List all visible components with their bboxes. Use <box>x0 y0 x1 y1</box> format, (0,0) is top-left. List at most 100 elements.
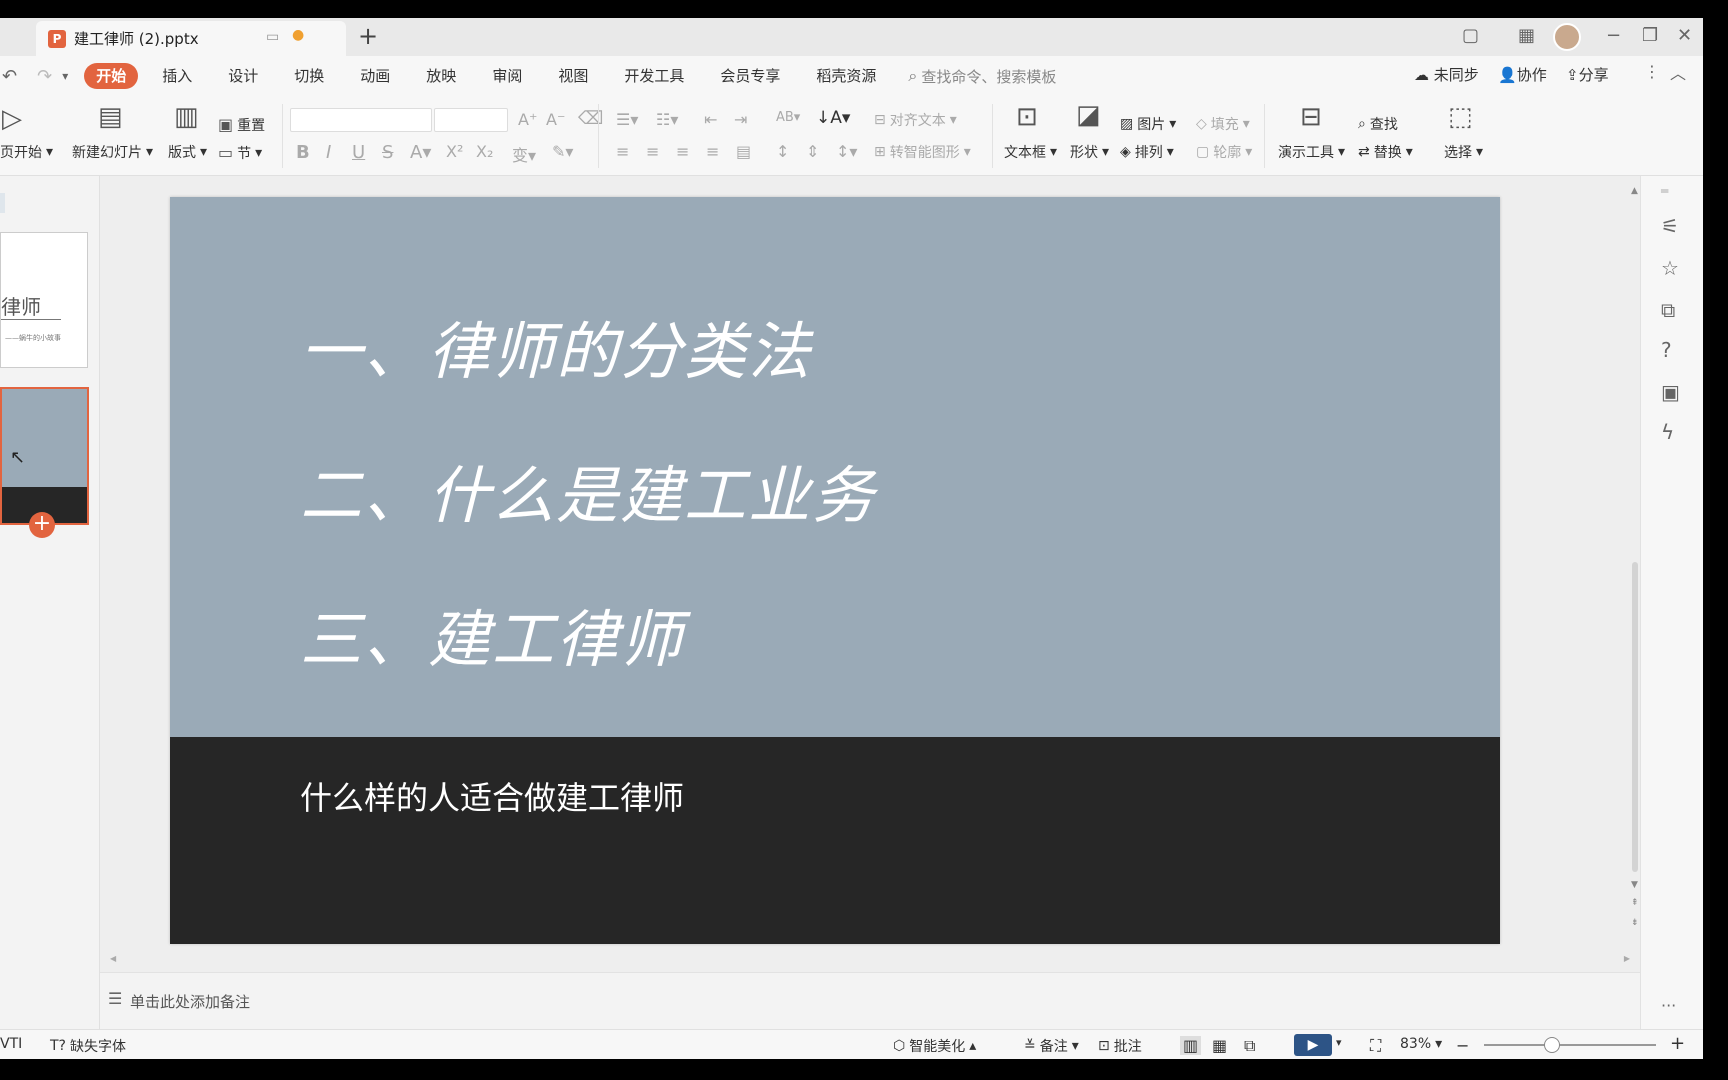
window-layout-icon[interactable]: ▢ <box>1462 26 1479 46</box>
shape-icon[interactable]: ◪ <box>1076 102 1101 128</box>
align-text-button[interactable]: ⊟ 对齐文本 ▾ <box>874 110 957 130</box>
font-size-select[interactable] <box>434 108 508 132</box>
sync-status[interactable]: ☁ 未同步 <box>1414 64 1479 85</box>
zoom-out-icon[interactable]: − <box>1456 1036 1469 1055</box>
clear-format-icon[interactable]: ⌫ <box>578 108 603 129</box>
zoom-slider-track[interactable] <box>1484 1044 1656 1046</box>
play-options-dropdown-icon[interactable]: ▾ <box>1336 1036 1342 1049</box>
restore-icon[interactable]: ❐ <box>1642 26 1658 46</box>
scroll-up-icon[interactable]: ▲ <box>1631 186 1638 196</box>
zoom-level[interactable]: 83% ▾ <box>1400 1036 1442 1052</box>
font-color-icon[interactable]: A▾ <box>410 142 431 163</box>
shape-button[interactable]: 形状 ▾ <box>1070 142 1109 162</box>
zoom-in-icon[interactable]: + <box>1670 1033 1685 1054</box>
collapse-ribbon-icon[interactable]: ︿ <box>1670 60 1686 84</box>
arrange-button[interactable]: ◈ 排列 ▾ <box>1120 142 1174 162</box>
more-icon[interactable]: ⋮ <box>1644 62 1660 81</box>
italic-icon[interactable]: I <box>326 142 331 163</box>
subscript-icon[interactable]: X₂ <box>476 142 493 161</box>
menu-member[interactable]: 会员专享 <box>706 63 794 89</box>
vertical-scrollbar[interactable]: ▲ ▼ ⇞ ⇟ <box>1630 186 1640 946</box>
distribute-icon[interactable]: ▤ <box>736 142 751 161</box>
textbox-icon[interactable]: ⊡ <box>1016 104 1038 130</box>
new-tab-button[interactable]: + <box>358 22 378 50</box>
reading-view-icon[interactable]: ⧉ <box>1244 1036 1255 1056</box>
text-direction-icon[interactable]: AB▾ <box>776 110 800 125</box>
undo-icon[interactable]: ↶ <box>2 66 17 87</box>
smart-shape-button[interactable]: ⊞ 转智能图形 ▾ <box>874 142 971 162</box>
properties-icon[interactable]: ⚟ <box>1661 214 1679 238</box>
menu-insert[interactable]: 插入 <box>148 63 206 89</box>
prev-slide-icon[interactable]: ⇞ <box>1631 898 1639 908</box>
redo-icon[interactable]: ↷ <box>37 66 52 87</box>
user-avatar[interactable] <box>1553 23 1581 51</box>
font-name-select[interactable] <box>290 108 432 132</box>
select-button[interactable]: 选择 ▾ <box>1444 142 1483 162</box>
more-options-icon[interactable]: ··· <box>1661 996 1676 1015</box>
fill-button[interactable]: ◇ 填充 ▾ <box>1196 114 1250 134</box>
agenda-item-1[interactable]: 一、律师的分类法 <box>300 301 812 391</box>
outline-button[interactable]: ▢ 轮廓 ▾ <box>1196 142 1252 162</box>
scroll-left-icon[interactable]: ◀ <box>110 954 116 963</box>
present-tools-button[interactable]: 演示工具 ▾ <box>1278 142 1345 162</box>
decrease-indent-icon[interactable]: ⇤ <box>704 110 717 129</box>
para-spacing-icon[interactable]: ⇕ <box>806 142 819 161</box>
minimize-icon[interactable]: − <box>1606 26 1621 46</box>
new-slide-button[interactable]: 新建幻灯片 ▾ <box>72 142 153 162</box>
layout-icon[interactable]: ▥ <box>174 104 199 130</box>
present-tools-icon[interactable]: ⊟ <box>1300 104 1322 130</box>
zoom-slider-thumb[interactable] <box>1544 1037 1560 1053</box>
scroll-right-icon[interactable]: ▶ <box>1624 954 1630 963</box>
menu-review[interactable]: 审阅 <box>478 63 536 89</box>
textbox-button[interactable]: 文本框 ▾ <box>1004 142 1057 162</box>
reset-button[interactable]: ▣ 重置 <box>218 114 265 136</box>
find-button[interactable]: ⌕ 查找 <box>1358 114 1398 134</box>
picture-tools-icon[interactable]: ▣ <box>1661 380 1680 404</box>
font-size-down-icon[interactable]: A⁻ <box>546 110 565 129</box>
align-right-icon[interactable]: ≡ <box>676 142 689 161</box>
horizontal-scrollbar[interactable]: ◀ ▶ <box>110 954 1630 964</box>
grid-apps-icon[interactable]: ▦ <box>1518 26 1535 46</box>
play-slideshow-button[interactable]: ▶ <box>1294 1034 1332 1056</box>
monitor-icon[interactable]: ▭ <box>266 29 279 45</box>
font-size-up-icon[interactable]: A⁺ <box>518 110 537 129</box>
menu-slideshow[interactable]: 放映 <box>412 63 470 89</box>
fit-window-icon[interactable]: ⛶ <box>1370 1036 1381 1056</box>
select-icon[interactable]: ⬚ <box>1448 104 1473 130</box>
star-icon[interactable]: ☆ <box>1661 256 1679 280</box>
help-icon[interactable]: ? <box>1661 338 1672 362</box>
beautify-button[interactable]: ⬡ 智能美化 ▴ <box>893 1036 976 1056</box>
line-spacing-icon[interactable]: ↕ <box>776 142 789 161</box>
menu-docer[interactable]: 稻壳资源 <box>802 63 890 89</box>
normal-view-icon[interactable]: ▥ <box>1180 1036 1202 1055</box>
slide-subtitle[interactable]: 什么样的人适合做建工律师 <box>300 773 684 819</box>
section-button[interactable]: ▭ 节 ▾ <box>218 142 262 164</box>
menu-start[interactable]: 开始 <box>84 63 139 89</box>
close-icon[interactable]: ✕ <box>1677 26 1692 46</box>
spacing-options-icon[interactable]: ↕▾ <box>836 142 857 161</box>
menu-developer[interactable]: 开发工具 <box>610 63 698 89</box>
slide-thumbnail-1[interactable]: 律师 ——蜗牛的小故事 <box>0 232 88 368</box>
notes-pane[interactable]: ☰ 单击此处添加备注 <box>100 972 1640 1029</box>
superscript-icon[interactable]: X² <box>446 142 463 161</box>
scroll-down-icon[interactable]: ▼ <box>1631 880 1638 890</box>
slide-thumbnail-2-selected[interactable]: ↖ <box>0 387 89 525</box>
picture-button[interactable]: ▨ 图片 ▾ <box>1120 114 1176 134</box>
layout-button[interactable]: 版式 ▾ <box>168 142 207 162</box>
bullet-list-icon[interactable]: ☰▾ <box>616 110 638 129</box>
agenda-item-3[interactable]: 三、建工律师 <box>300 589 684 679</box>
new-slide-icon[interactable]: ▤ <box>98 104 123 130</box>
align-center-icon[interactable]: ≡ <box>646 142 659 161</box>
quick-access-dropdown-icon[interactable]: ▾ <box>62 69 68 83</box>
underline-icon[interactable]: U <box>352 142 365 163</box>
collab-button[interactable]: 👤协作 <box>1498 64 1547 85</box>
phonetic-icon[interactable]: 变▾ <box>512 142 536 166</box>
document-tab[interactable]: P 建工律师 (2).pptx ▭ ● <box>36 21 346 56</box>
menu-design[interactable]: 设计 <box>214 63 272 89</box>
sort-icon[interactable]: ↓A▾ <box>816 108 850 128</box>
numbered-list-icon[interactable]: ☷▾ <box>656 110 678 129</box>
lightning-icon[interactable]: ϟ <box>1661 420 1674 444</box>
menu-view[interactable]: 视图 <box>544 63 602 89</box>
add-slide-button[interactable]: + <box>29 512 55 538</box>
justify-icon[interactable]: ≡ <box>706 142 719 161</box>
